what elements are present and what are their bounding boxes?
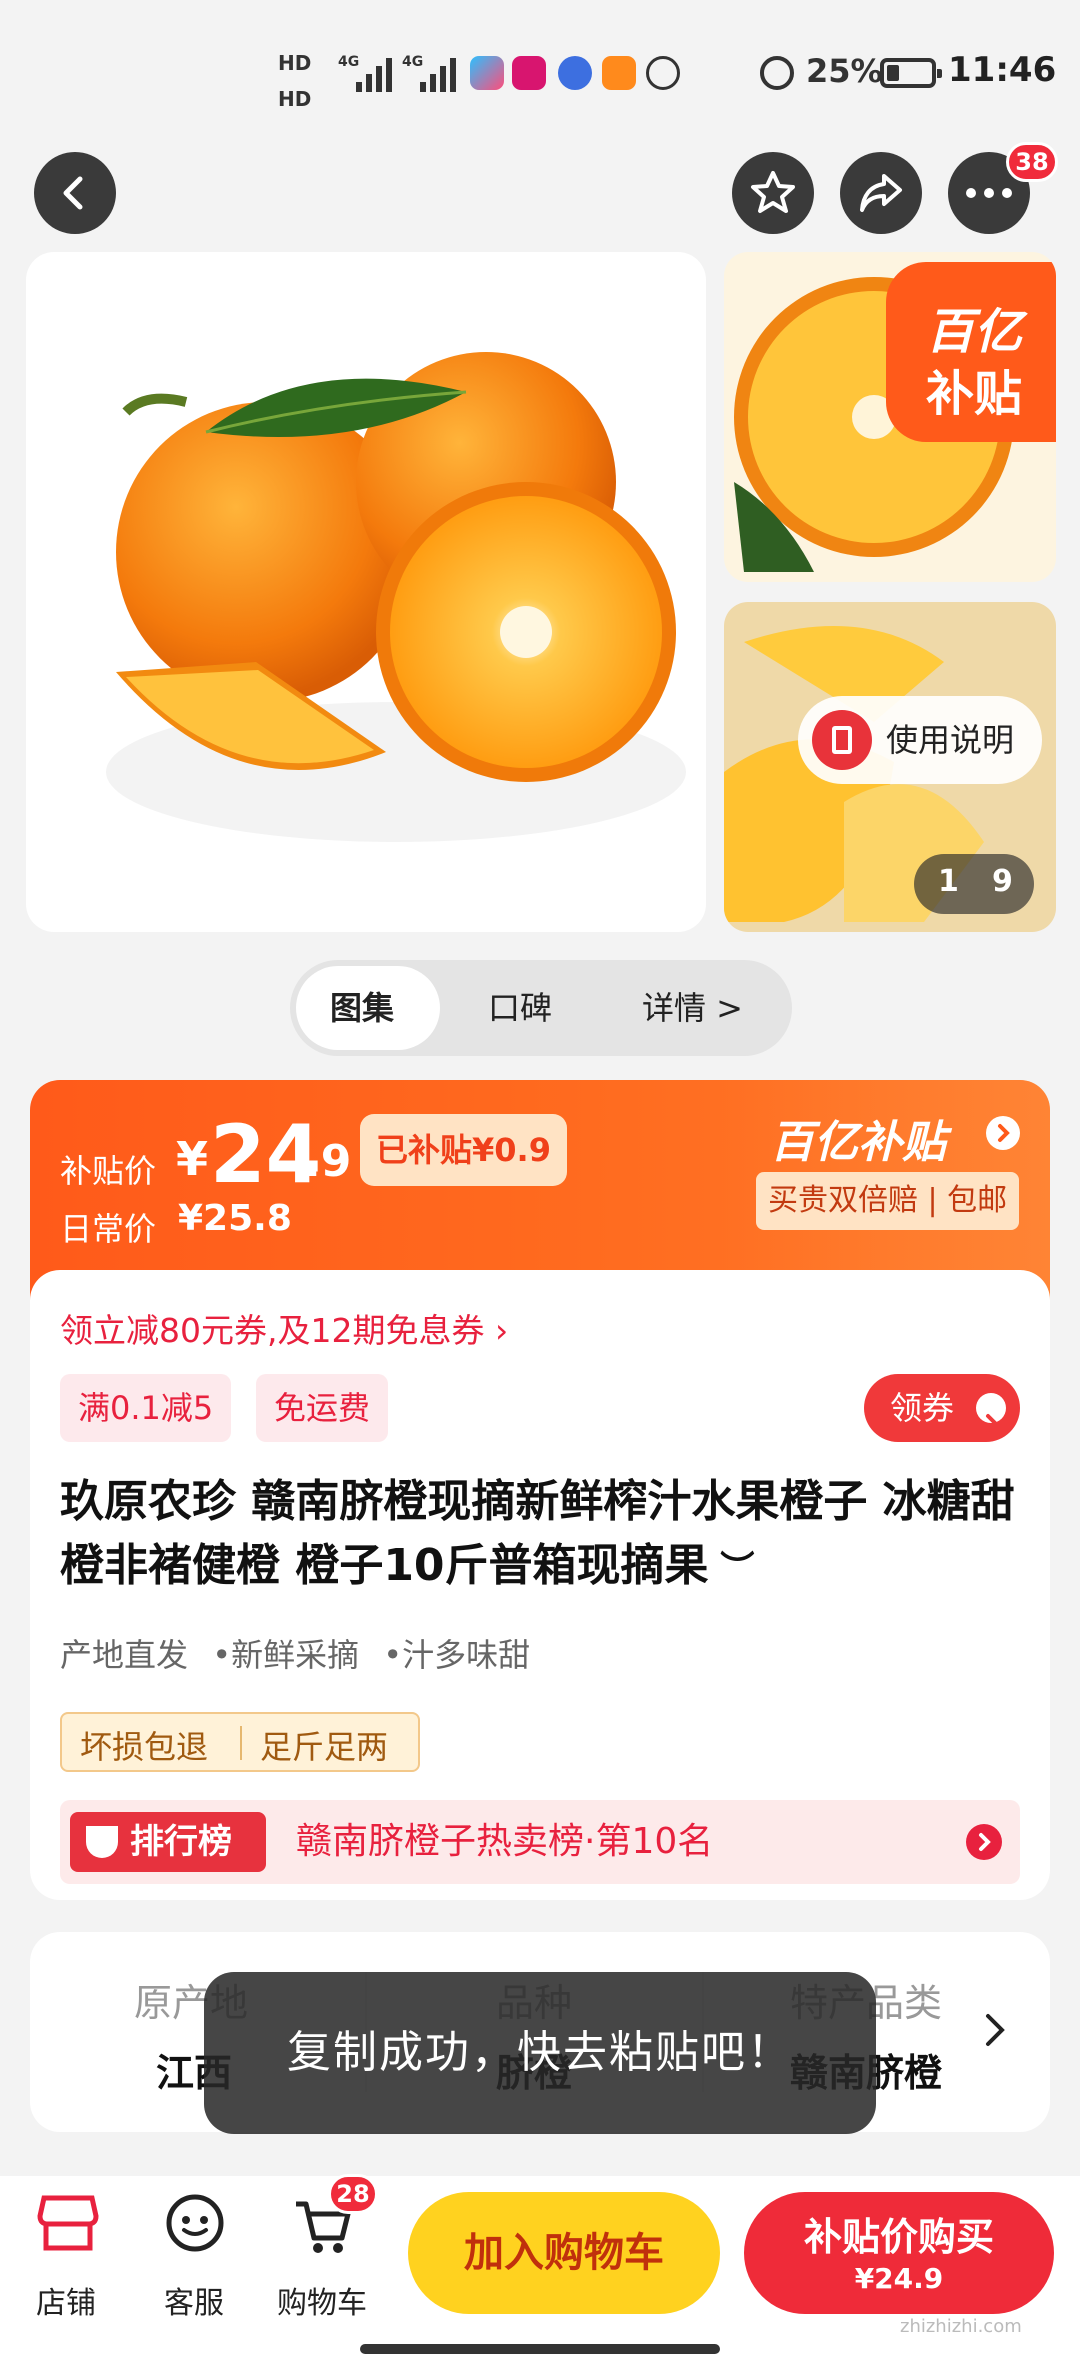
back-arrow-icon [63,176,83,210]
trophy-icon [86,1826,118,1858]
customer-service-button[interactable]: 客服 [134,2176,254,2336]
more-badge: 38 [1006,142,1058,182]
gallery-tabs: 图集 口碑 详情 > [290,960,792,1056]
get-coupon-button[interactable]: 领券 [864,1374,1020,1442]
gesture-icon [646,56,680,90]
share-icon [860,174,902,212]
signal-icon-1 [356,56,392,92]
tab-gallery[interactable]: 图集 [330,960,394,1056]
music-icon [558,56,592,90]
oranges-illustration [106,352,686,842]
cart-button[interactable]: 28 购物车 [262,2174,382,2336]
clock: 11:46 [948,50,1057,90]
regular-price-label: 日常价 [60,1210,157,1248]
app-notification-icon [512,56,546,90]
chevron-right-icon [976,1393,1006,1432]
thumbnail-image[interactable]: 使用说明 1 9 [724,602,1056,932]
tab-details[interactable]: 详情 > [642,960,743,1056]
share-button[interactable] [840,152,922,234]
regular-price: ¥25.8 [178,1198,292,1239]
promo-tag: 满0.1减5 [60,1374,232,1442]
product-main-image[interactable] [26,252,706,932]
price-decimal: .9 [304,1136,352,1187]
chevron-right-icon [966,1824,1002,1860]
ranking-badge: 排行榜 [70,1812,266,1872]
free-shipping-tag: 免运费 [256,1374,389,1442]
usage-guide-button[interactable]: 使用说明 [798,696,1042,784]
product-info-card: 领立减80元券,及12期免息券 › 满0.1减5 免运费 领券 玖原农珍 赣南脐… [30,1270,1050,1900]
store-icon [37,2195,99,2251]
alarm-icon [760,56,794,90]
store-button[interactable]: 店铺 [6,2176,126,2336]
back-button[interactable] [34,152,116,234]
watermark: zhizhizhi.com [900,2316,1022,2337]
chat-icon [166,2194,224,2252]
chevron-right-icon[interactable] [986,1116,1020,1150]
currency-symbol: ¥ [176,1132,209,1186]
buy-now-button[interactable]: 补贴价购买 ¥24.9 [744,2192,1054,2314]
battery-icon [880,58,942,88]
toast-message: 复制成功，快去粘贴吧！ [204,1972,876,2134]
book-icon [812,710,872,770]
add-to-cart-button[interactable]: 加入购物车 [408,2192,720,2314]
subsidized-amount-tag: 已补贴¥0.9 [360,1114,567,1186]
ranking-text: 赣南脐橙子热卖榜·第10名 [296,1821,714,1862]
service-tags: 坏损包退 足斤足两 [60,1712,420,1772]
cart-badge: 28 [328,2174,378,2214]
app-notification-icon [470,56,504,90]
subsidy-badge: 百亿 补贴 [886,262,1056,442]
tab-reviews[interactable]: 口碑 [488,960,552,1056]
subsidy-brand-logo[interactable]: 百亿补贴 [770,1106,946,1170]
more-dots-icon [966,188,1012,198]
guarantee-tag: 买贵双倍赔 | 包邮 [756,1172,1020,1230]
product-title[interactable]: 玖原农珍 赣南脐橙现摘新鲜榨汁水果橙子 冰糖甜橙非褚健橙 橙子10斤普箱现摘果 … [60,1470,1020,1601]
chevron-down-icon: ︶ [708,1549,755,1589]
status-bar: HD HD 4G 4G 25% 11:46 [278,50,1057,111]
signal-icon-2 [420,56,456,92]
star-icon [751,171,795,213]
thumbnail-image[interactable]: 百亿 补贴 [724,252,1056,582]
video-app-icon [602,56,636,90]
favorite-button[interactable] [732,152,814,234]
chevron-right-icon [980,2008,1010,2056]
battery-percent: 25% [806,52,883,90]
home-indicator[interactable] [360,2344,720,2354]
coupon-promo-line[interactable]: 领立减80元券,及12期免息券 › [60,1304,508,1352]
subsidy-price-label: 补贴价 [60,1152,157,1190]
ranking-bar[interactable]: 排行榜 赣南脐橙子热卖榜·第10名 [60,1800,1020,1884]
product-features: 产地直发 •新鲜采摘 •汁多味甜 [60,1636,531,1674]
image-counter: 1 9 [914,854,1034,914]
